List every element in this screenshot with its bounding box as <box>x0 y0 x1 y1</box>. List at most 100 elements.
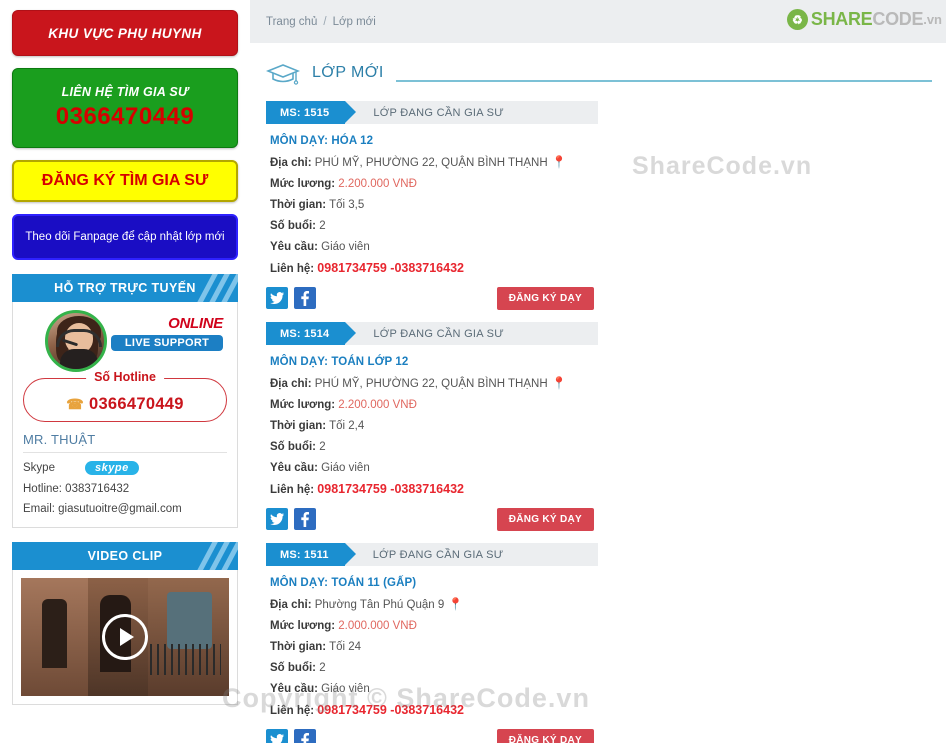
online-support-title: HỖ TRỢ TRỰC TUYẾN <box>54 281 196 295</box>
class-card: MS: 1511 LỚP ĐANG CẦN GIA SƯ MÔN DẠY: TOÁN… <box>266 543 598 743</box>
contact-tutor-banner[interactable]: LIÊN HỆ TÌM GIA SƯ 0366470449 <box>12 68 238 148</box>
card-body: MÔN DẠY: TOÁN 11 (GẤP) Địa chỉ: Phường Tâ… <box>266 566 598 722</box>
card-subject: MÔN DẠY: TOÁN LỚP 12 <box>270 356 409 368</box>
fanpage-label: Theo dõi Fanpage để cập nhật lớp mới <box>25 231 225 243</box>
ms-prefix: MS: <box>280 327 305 340</box>
card-sessions: Số buổi: 2 <box>270 662 326 674</box>
page-title: LỚP MỚI <box>312 64 384 81</box>
card-time: Thời gian: Tối 3,5 <box>270 199 365 211</box>
facebook-icon[interactable] <box>294 287 316 309</box>
card-status: LỚP ĐANG CẦN GIA SƯ <box>373 106 505 119</box>
card-contact: Liên hệ: 0981734759 -0383716432 <box>270 482 464 496</box>
twitter-icon[interactable] <box>266 729 288 743</box>
video-thumbnail[interactable] <box>21 578 229 696</box>
card-footer: ĐĂNG KÝ DẠY <box>266 284 598 312</box>
card-body: MÔN DẠY: TOÁN LỚP 12 Địa chỉ: PHÚ MỸ, PHƯ… <box>266 345 598 501</box>
card-header: MS: 1515 LỚP ĐANG CẦN GIA SƯ <box>266 101 598 124</box>
ms-number: 1514 <box>304 327 330 340</box>
phone-icon: ☎ <box>66 396 84 412</box>
card-subject: MÔN DẠY: HÓA 12 <box>270 135 374 147</box>
class-card: MS: 1515 LỚP ĐANG CẦN GIA SƯ MÔN DẠY: HÓA … <box>266 101 598 312</box>
card-time: Thời gian: Tối 24 <box>270 641 362 653</box>
card-contact: Liên hệ: 0981734759 -0383716432 <box>270 261 464 275</box>
register-tutor-banner[interactable]: ĐĂNG KÝ TÌM GIA SƯ <box>12 160 238 202</box>
graduation-cap-icon <box>265 61 301 87</box>
location-pin-icon: 📍 <box>448 597 464 611</box>
page-title-row: LỚP MỚI <box>250 43 946 87</box>
stripes-decoration <box>189 274 238 302</box>
online-support-header: HỖ TRỢ TRỰC TUYẾN <box>12 274 238 302</box>
card-footer: ĐĂNG KÝ DẠY <box>266 505 598 533</box>
support-email-line: Email: giasutuoitre@gmail.com <box>23 503 182 515</box>
location-pin-icon: 📍 <box>551 155 567 169</box>
skype-row[interactable]: Skype skype <box>23 461 227 475</box>
main-content: Trang chủ / Lớp mới ♻ SHARE CODE .vn LỚP… <box>250 0 950 743</box>
card-requirement: Yêu cầu: Giáo viên <box>270 462 370 474</box>
facebook-icon[interactable] <box>294 508 316 530</box>
support-hotline-line: Hotline: 0383716432 <box>23 483 130 495</box>
staff-name: MR. THUẬT <box>23 432 227 453</box>
card-address: Địa chỉ: PHÚ MỸ, PHƯỜNG 22, QUẬN BÌNH TH… <box>270 155 567 169</box>
hotline-title: Số Hotline <box>86 370 164 384</box>
parent-zone-banner[interactable]: KHU VỰC PHỤ HUYNH <box>12 10 238 56</box>
card-contact: Liên hệ: 0981734759 -0383716432 <box>270 703 464 717</box>
hotline-number: 0366470449 <box>88 395 184 413</box>
video-clip-widget: VIDEO CLIP <box>12 542 238 705</box>
support-avatar-row: ONLINE LIVE SUPPORT <box>23 310 227 372</box>
online-support-body: ONLINE LIVE SUPPORT Số Hotline ☎ 03664704… <box>12 302 238 528</box>
ms-badge: MS: 1511 <box>266 543 356 566</box>
sharecode-logo[interactable]: ♻ SHARE CODE .vn <box>786 9 942 30</box>
logo-part-tld: .vn <box>923 12 942 27</box>
recycle-icon: ♻ <box>786 9 808 30</box>
logo-part-code: CODE <box>872 9 924 29</box>
ms-prefix: MS: <box>280 548 305 561</box>
card-footer: ĐĂNG KÝ DẠY <box>266 726 598 743</box>
ms-number: 1511 <box>304 548 329 561</box>
card-header: MS: 1514 LỚP ĐANG CẦN GIA SƯ <box>266 322 598 345</box>
card-status: LỚP ĐANG CẦN GIA SƯ <box>372 548 504 561</box>
card-address: Địa chỉ: PHÚ MỸ, PHƯỜNG 22, QUẬN BÌNH TH… <box>270 376 567 390</box>
skype-icon[interactable]: skype <box>85 461 139 475</box>
breadcrumb-home[interactable]: Trang chủ <box>266 16 317 28</box>
card-body: MÔN DẠY: HÓA 12 Địa chỉ: PHÚ MỸ, PHƯỜNG 2… <box>266 124 598 280</box>
class-card: MS: 1514 LỚP ĐANG CẦN GIA SƯ MÔN DẠY: TOÁN… <box>266 322 598 533</box>
ms-number: 1515 <box>304 106 330 119</box>
skype-label: Skype <box>23 462 55 474</box>
card-requirement: Yêu cầu: Giáo viên <box>270 241 370 253</box>
card-salary: Mức lương: 2.200.000 VNĐ <box>270 178 417 190</box>
parent-zone-label: KHU VỰC PHỤ HUYNH <box>48 25 202 41</box>
card-time: Thời gian: Tối 2,4 <box>270 420 365 432</box>
stripes-decoration <box>189 542 238 570</box>
register-teach-button[interactable]: ĐĂNG KÝ DẠY <box>496 286 594 310</box>
video-clip-body <box>12 570 238 705</box>
hotline-box[interactable]: Số Hotline ☎ 0366470449 <box>23 370 227 422</box>
play-icon[interactable] <box>102 614 148 660</box>
register-teach-button[interactable]: ĐĂNG KÝ DẠY <box>496 728 594 743</box>
facebook-icon[interactable] <box>294 729 316 743</box>
logo-part-share: SHARE <box>810 9 873 29</box>
class-card-list: MS: 1515 LỚP ĐANG CẦN GIA SƯ MÔN DẠY: HÓA … <box>250 87 946 743</box>
register-teach-button[interactable]: ĐĂNG KÝ DẠY <box>496 507 594 531</box>
title-rule <box>395 80 932 82</box>
card-address: Địa chỉ: Phường Tân Phú Quận 9 📍 <box>270 597 464 611</box>
breadcrumb-current[interactable]: Lớp mới <box>333 16 376 28</box>
twitter-icon[interactable] <box>266 508 288 530</box>
live-support-label: LIVE SUPPORT <box>111 335 223 351</box>
card-header: MS: 1511 LỚP ĐANG CẦN GIA SƯ <box>266 543 598 566</box>
card-requirement: Yêu cầu: Giáo viên <box>270 683 370 695</box>
sidebar: KHU VỰC PHỤ HUYNH LIÊN HỆ TÌM GIA SƯ 036… <box>0 0 250 743</box>
ms-badge: MS: 1514 <box>266 322 357 345</box>
fanpage-banner[interactable]: Theo dõi Fanpage để cập nhật lớp mới <box>12 214 238 260</box>
register-tutor-label: ĐĂNG KÝ TÌM GIA SƯ <box>41 172 209 189</box>
avatar <box>45 310 107 372</box>
page-root: KHU VỰC PHỤ HUYNH LIÊN HỆ TÌM GIA SƯ 036… <box>0 0 950 743</box>
location-pin-icon: 📍 <box>551 376 567 390</box>
twitter-icon[interactable] <box>266 287 288 309</box>
ms-badge: MS: 1515 <box>266 101 357 124</box>
online-support-widget: HỖ TRỢ TRỰC TUYẾN ONLINE LIVE SUPPORT Số… <box>12 274 238 528</box>
contact-tutor-title: LIÊN HỆ TÌM GIA SƯ <box>61 85 189 99</box>
contact-tutor-phone: 0366470449 <box>55 103 195 130</box>
card-sessions: Số buổi: 2 <box>270 441 326 453</box>
breadcrumb-separator: / <box>323 15 327 28</box>
video-clip-header: VIDEO CLIP <box>12 542 238 570</box>
